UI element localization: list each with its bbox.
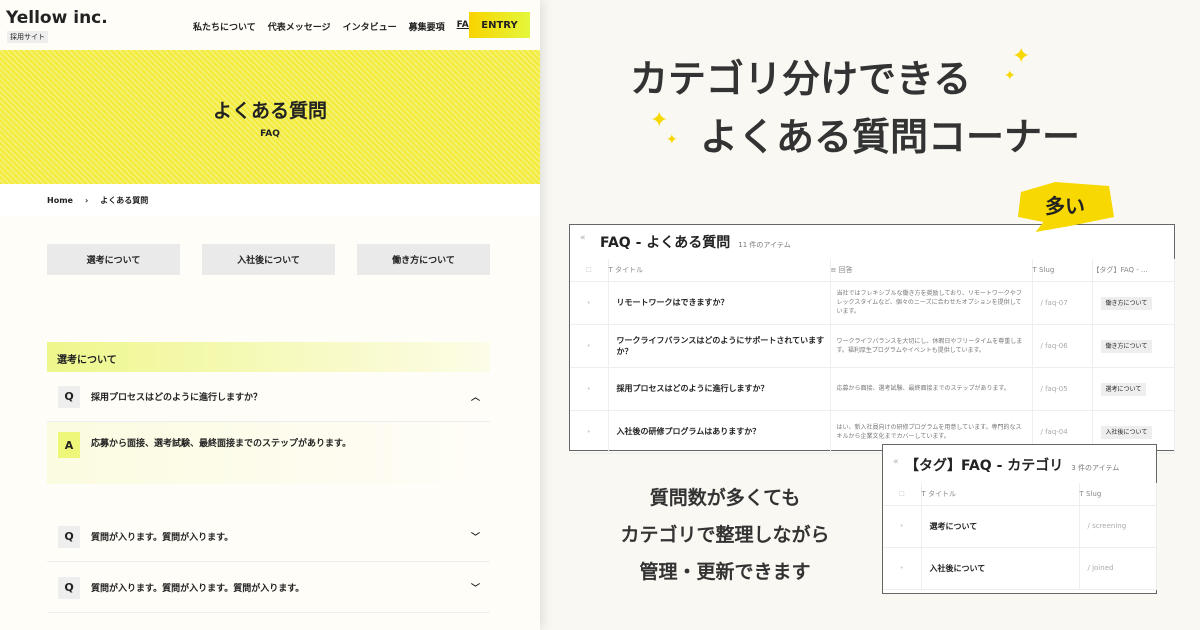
subtext-line: カテゴリで整理しながら: [590, 517, 860, 554]
row-title[interactable]: リモートワークはできますか？: [608, 281, 830, 324]
page-subtitle: FAQ: [260, 129, 280, 139]
select-all-checkbox[interactable]: ☐: [883, 483, 921, 505]
subtext-line: 管理・更新できます: [590, 554, 860, 591]
q-badge: Q: [58, 577, 80, 599]
recruit-site-preview: Yellow inc. 採用サイト 私たちについて 代表メッセージ インタビュー…: [0, 0, 540, 630]
sparkle-icon: ✦: [1012, 44, 1030, 69]
category-joined[interactable]: 入社後について: [202, 244, 335, 275]
table-row[interactable]: •選考について/ screening: [883, 505, 1157, 547]
q-badge: Q: [58, 526, 80, 548]
row-slug: / faq-07: [1032, 281, 1092, 324]
row-slug: / faq-05: [1032, 367, 1092, 410]
row-answer: ワークライフバランスを大切にし、休暇日やフリータイムを尊重します。福利厚生プログ…: [830, 324, 1032, 367]
row-slug: / faq-06: [1032, 324, 1092, 367]
col-tag[interactable]: 【タグ】FAQ - ...: [1092, 259, 1175, 281]
row-dot-icon: •: [570, 410, 608, 453]
category-table: ☐T タイトルT Slug •選考について/ screening•入社後について…: [883, 483, 1157, 590]
select-all-checkbox[interactable]: ☐: [570, 259, 608, 281]
item-count: 11 件のアイテム: [738, 241, 790, 249]
row-dot-icon: •: [883, 505, 921, 547]
row-answer: 応募から面接、選考試験、最終面接までのステップがあります。: [830, 367, 1032, 410]
question-text: 質問が入ります。質問が入ります。質問が入ります。: [91, 581, 304, 594]
hero: よくある質問 FAQ: [0, 50, 540, 184]
q-badge: Q: [58, 386, 80, 408]
collapse-icon[interactable]: «: [580, 233, 586, 243]
collapse-icon[interactable]: «: [893, 457, 899, 467]
question-text: 質問が入ります。質問が入ります。: [91, 530, 233, 543]
table-row[interactable]: •リモートワークはできますか？当社ではフレキシブルな働き方を奨励しており、リモー…: [570, 281, 1175, 324]
category-workstyle[interactable]: 働き方について: [357, 244, 490, 275]
row-dot-icon: •: [570, 281, 608, 324]
nav-about[interactable]: 私たちについて: [193, 20, 256, 33]
col-answer[interactable]: ≡ 回答: [830, 259, 1032, 281]
site-header: Yellow inc. 採用サイト 私たちについて 代表メッセージ インタビュー…: [0, 0, 540, 50]
row-tag[interactable]: 選考について: [1101, 383, 1147, 396]
row-tag[interactable]: 働き方について: [1101, 340, 1153, 353]
chevron-up-icon: ︿: [471, 390, 480, 403]
chevron-down-icon: ﹀: [471, 581, 480, 594]
entry-button[interactable]: ENTRY: [469, 12, 530, 38]
col-title[interactable]: T タイトル: [608, 259, 830, 281]
row-title[interactable]: 入社後について: [921, 547, 1079, 589]
row-answer: 当社ではフレキシブルな働き方を奨励しており、リモートワークやフレックスタイムなど…: [830, 281, 1032, 324]
col-slug[interactable]: T Slug: [1079, 483, 1157, 505]
col-slug[interactable]: T Slug: [1032, 259, 1092, 281]
row-title[interactable]: 選考について: [921, 505, 1079, 547]
category-screening[interactable]: 選考について: [47, 244, 180, 275]
subtext-line: 質問数が多くても: [590, 480, 860, 517]
table-row[interactable]: •採用プロセスはどのように進行しますか？応募から面接、選考試験、最終面接までのス…: [570, 367, 1175, 410]
row-slug: / joined: [1079, 547, 1157, 589]
row-dot-icon: •: [883, 547, 921, 589]
breadcrumb-separator: ›: [85, 196, 88, 205]
chevron-down-icon: ﹀: [471, 530, 480, 543]
row-title[interactable]: ワークライフバランスはどのようにサポートされていますか？: [608, 324, 830, 367]
logo[interactable]: Yellow inc.: [6, 8, 108, 28]
row-dot-icon: •: [570, 367, 608, 410]
nav-interview[interactable]: インタビュー: [343, 20, 397, 33]
section-heading: 選考について: [47, 342, 490, 372]
row-tag[interactable]: 入社後について: [1101, 426, 1153, 439]
sparkle-icon: ✦: [666, 132, 678, 148]
logo-subtitle: 採用サイト: [7, 31, 48, 43]
row-dot-icon: •: [570, 324, 608, 367]
faq-answer: A 応募から面接、選考試験、最終面接までのステップがあります。: [47, 422, 490, 484]
row-title[interactable]: 入社後の研修プログラムはありますか？: [608, 410, 830, 453]
sparkle-icon: ✦: [1004, 68, 1016, 84]
headline-line2: よくある質問コーナー: [700, 106, 1080, 161]
nav-message[interactable]: 代表メッセージ: [268, 20, 331, 33]
database-title: 【タグ】FAQ - カテゴリ3 件のアイテム: [905, 455, 1119, 475]
breadcrumb-home[interactable]: Home: [47, 196, 73, 205]
subtext: 質問数が多くても カテゴリで整理しながら 管理・更新できます: [590, 480, 860, 591]
breadcrumb-current: よくある質問: [100, 195, 148, 206]
sparkle-icon: ✦: [650, 108, 668, 133]
table-row[interactable]: •ワークライフバランスはどのようにサポートされていますか？ワークライフバランスを…: [570, 324, 1175, 367]
row-tag[interactable]: 働き方について: [1101, 297, 1153, 310]
nav-jobs[interactable]: 募集要項: [409, 20, 445, 33]
breadcrumb: Home › よくある質問: [0, 184, 540, 216]
faq-database: « FAQ - よくある質問11 件のアイテム ☐T タイトル≡ 回答T Slu…: [569, 224, 1175, 451]
faq-table: ☐T タイトル≡ 回答T Slug【タグ】FAQ - ... •リモートワークは…: [570, 259, 1175, 454]
main-nav: 私たちについて 代表メッセージ インタビュー 募集要項 FAQ: [193, 20, 476, 33]
category-database: « 【タグ】FAQ - カテゴリ3 件のアイテム ☐T タイトルT Slug •…: [882, 444, 1157, 594]
faq-question[interactable]: Q 採用プロセスはどのように進行しますか？ ︿: [47, 372, 490, 422]
row-slug: / screening: [1079, 505, 1157, 547]
answer-text: 応募から面接、選考試験、最終面接までのステップがあります。: [91, 436, 351, 470]
database-title: FAQ - よくある質問11 件のアイテム: [600, 232, 791, 252]
item-count: 3 件のアイテム: [1071, 464, 1119, 472]
row-title[interactable]: 採用プロセスはどのように進行しますか？: [608, 367, 830, 410]
headline-line1: カテゴリ分けできる: [630, 48, 971, 103]
category-buttons: 選考について 入社後について 働き方について: [47, 244, 490, 275]
page-title: よくある質問: [213, 96, 327, 123]
col-title[interactable]: T タイトル: [921, 483, 1079, 505]
faq-question[interactable]: Q 質問が入ります。質問が入ります。質問が入ります。 ﹀: [47, 563, 490, 613]
question-text: 採用プロセスはどのように進行しますか？: [91, 390, 262, 403]
table-row[interactable]: •入社後について/ joined: [883, 547, 1157, 589]
a-badge: A: [58, 432, 80, 458]
faq-question[interactable]: Q 質問が入ります。質問が入ります。 ﹀: [47, 512, 490, 562]
